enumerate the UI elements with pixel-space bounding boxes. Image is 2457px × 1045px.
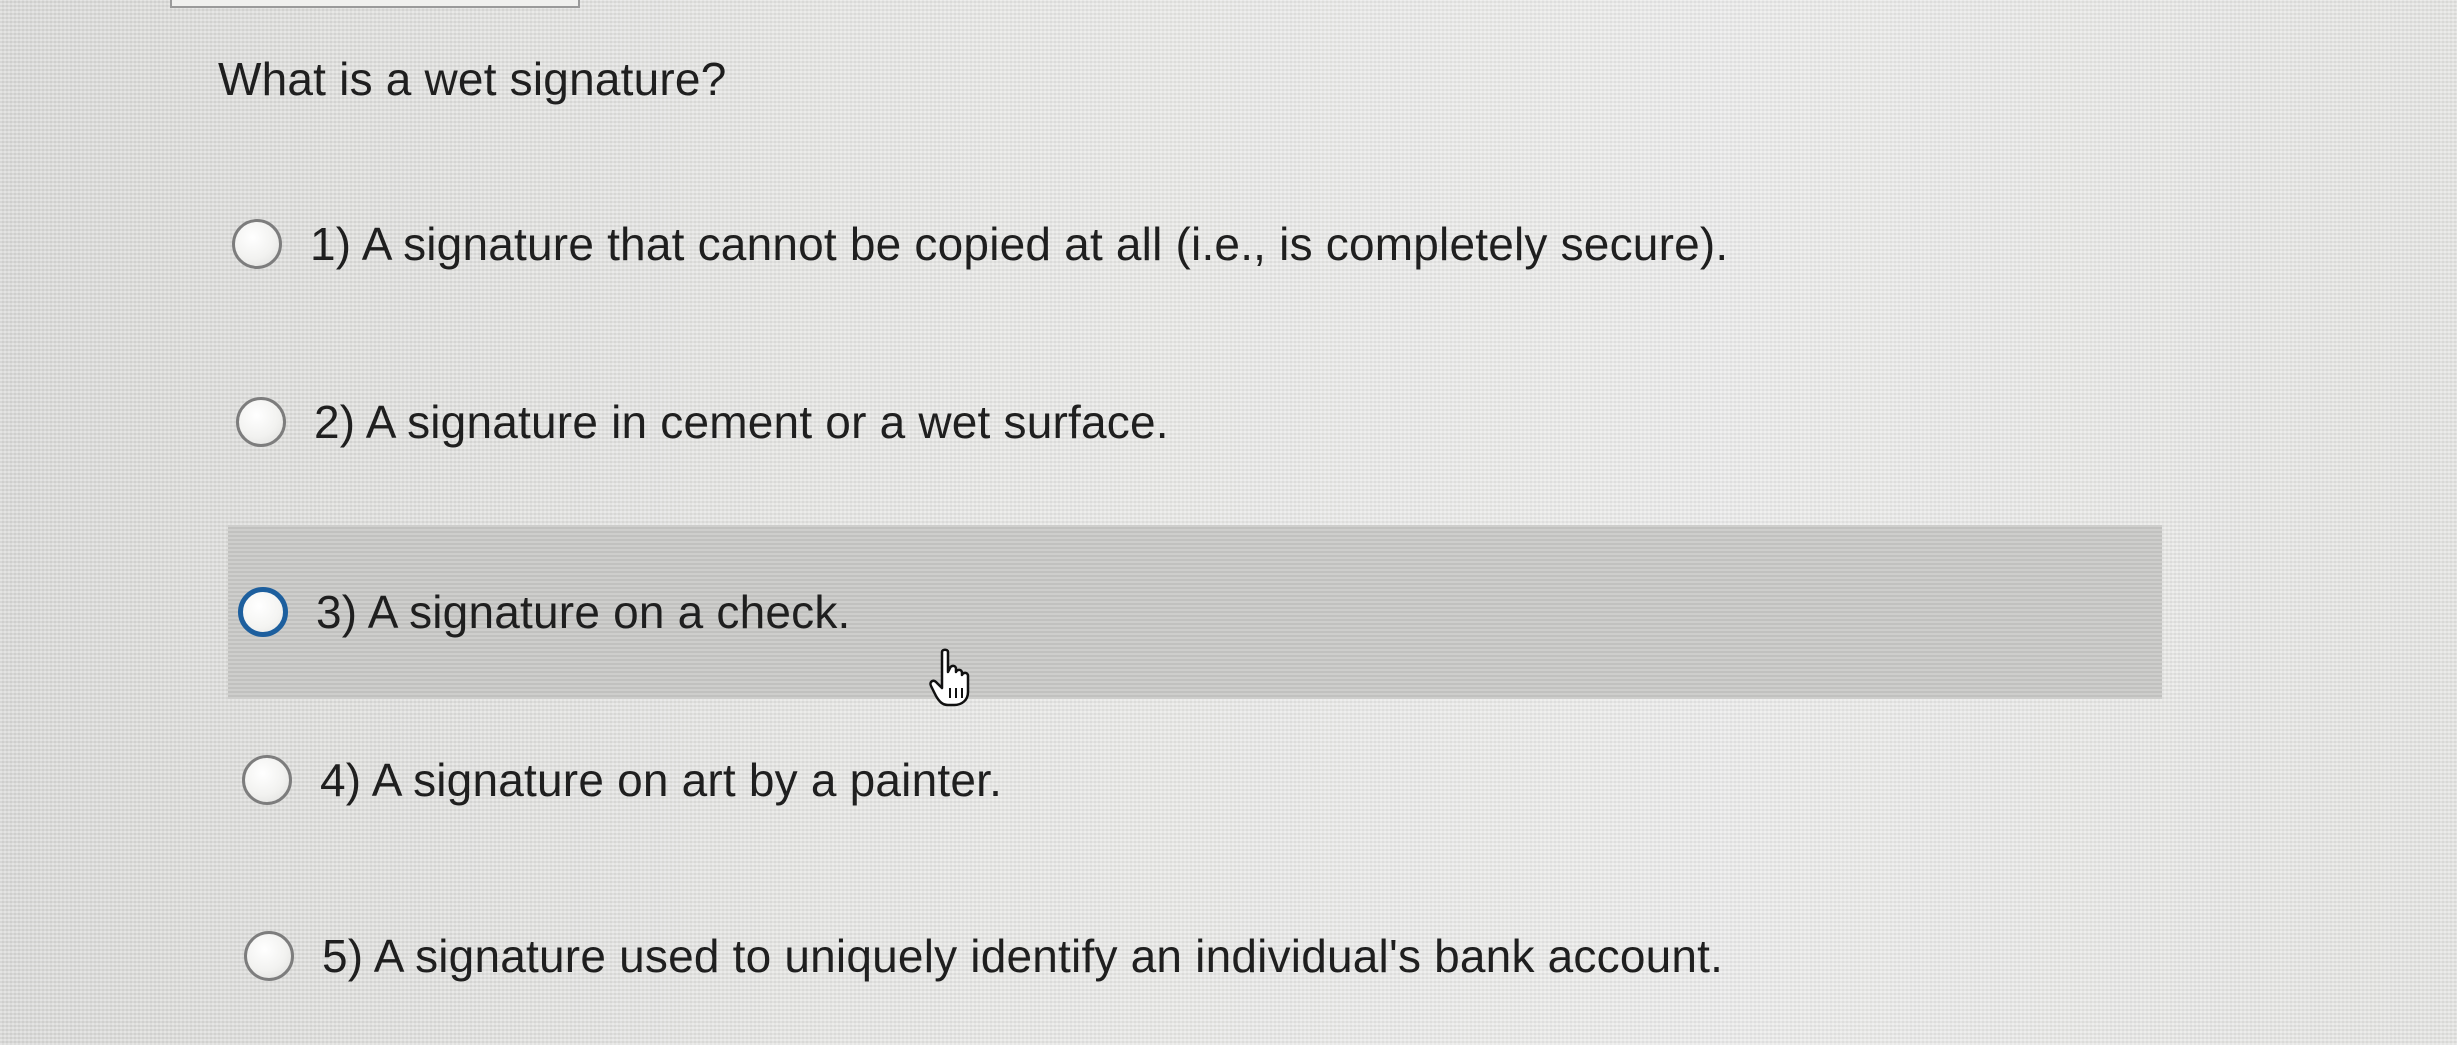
answer-option-1[interactable]: 1) A signature that cannot be copied at … (232, 204, 1728, 284)
answer-option-3[interactable]: 3) A signature on a check. (228, 525, 2162, 699)
answer-option-3-label: 3) A signature on a check. (316, 586, 851, 638)
radio-button-2[interactable] (236, 397, 286, 447)
answer-option-5-label: 5) A signature used to uniquely identify… (322, 930, 1724, 982)
hand-pointer-icon (928, 648, 978, 708)
radio-button-5[interactable] (244, 931, 294, 981)
answer-option-2[interactable]: 2) A signature in cement or a wet surfac… (236, 382, 1169, 462)
answer-option-2-label: 2) A signature in cement or a wet surfac… (314, 396, 1169, 448)
question-text: What is a wet signature? (218, 53, 727, 105)
radio-button-4[interactable] (242, 755, 292, 805)
answer-option-4-label: 4) A signature on art by a painter. (320, 754, 1003, 806)
answer-option-1-label: 1) A signature that cannot be copied at … (310, 218, 1729, 270)
answer-option-4[interactable]: 4) A signature on art by a painter. (242, 740, 1002, 820)
radio-button-3[interactable] (238, 587, 288, 637)
radio-button-1[interactable] (232, 219, 282, 269)
top-tab-edge (170, 0, 580, 8)
answer-option-5[interactable]: 5) A signature used to uniquely identify… (244, 916, 1723, 996)
